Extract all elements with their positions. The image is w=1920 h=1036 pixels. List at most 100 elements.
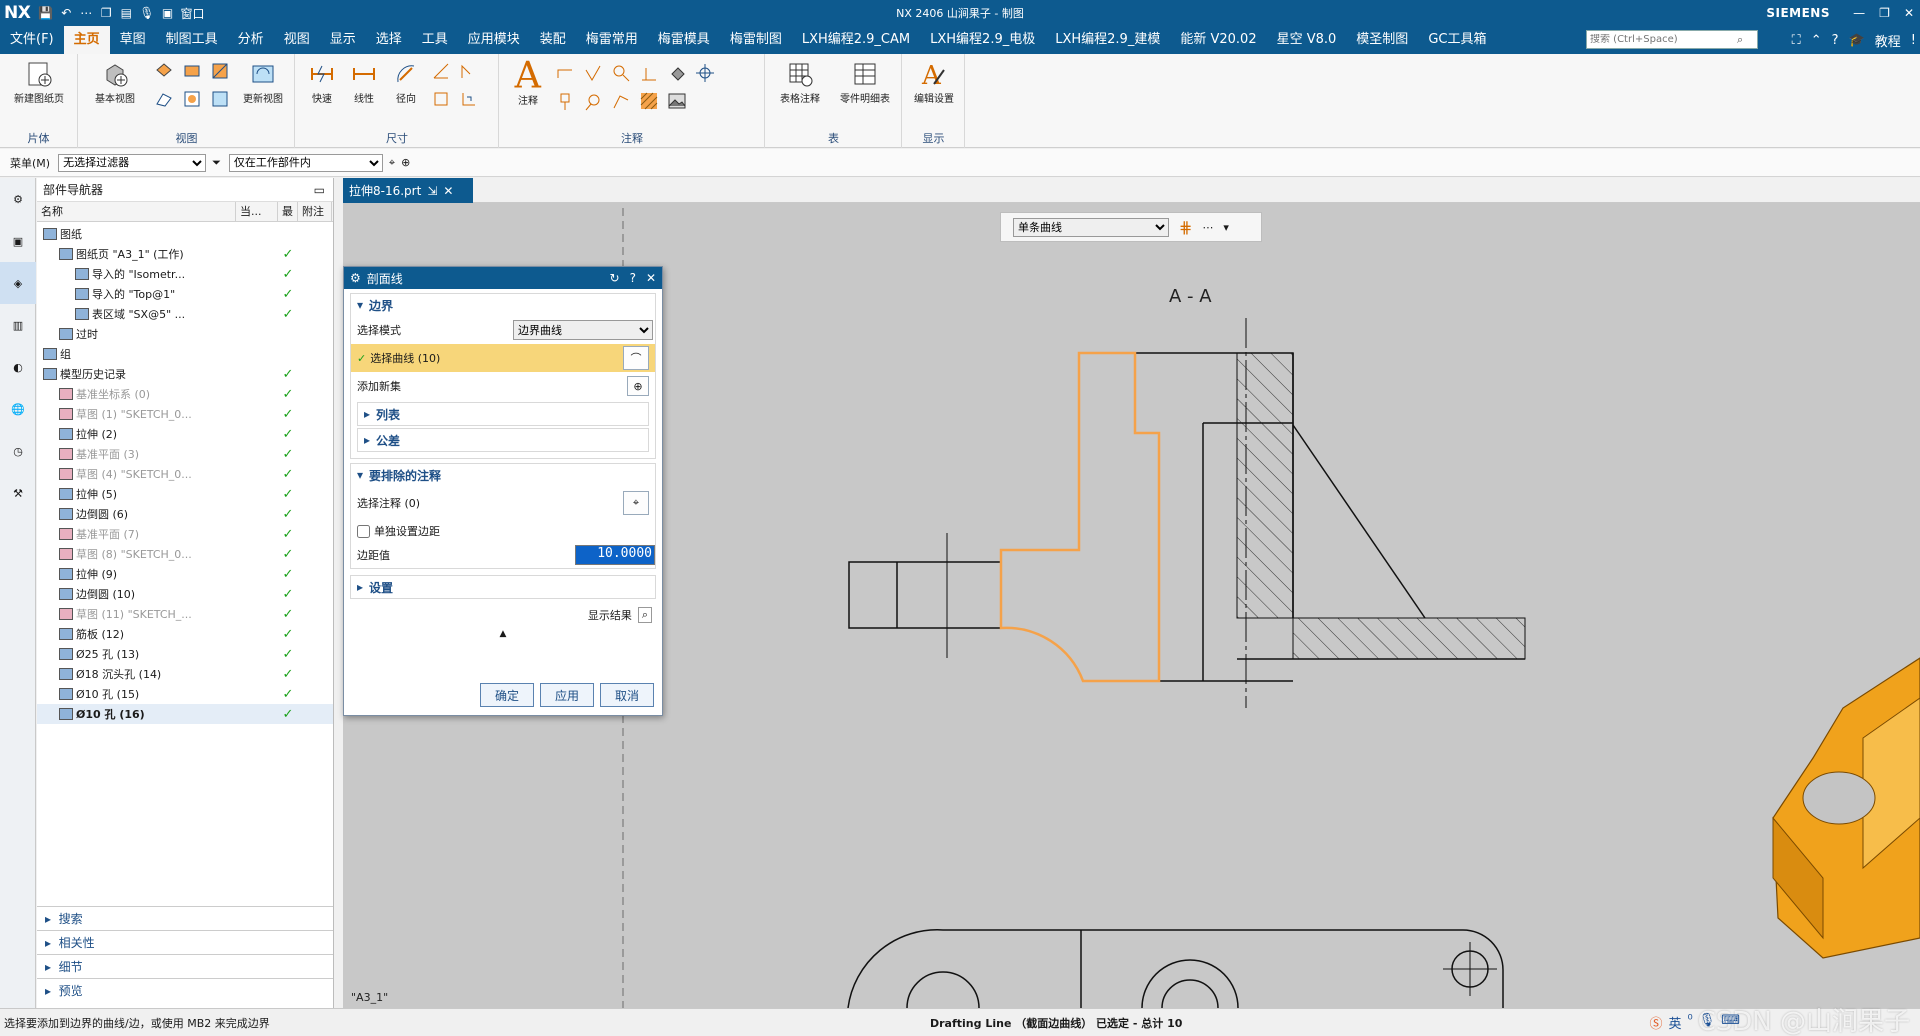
new-sheet-button[interactable]: 新建图纸页 [6, 60, 72, 105]
update-view-button[interactable]: 更新视图 [235, 60, 291, 105]
column-latest[interactable]: 最 [278, 201, 298, 222]
ordinate-dimension-icon[interactable] [458, 88, 480, 110]
part-navigator-icon[interactable]: ◈ [0, 262, 36, 304]
ok-button[interactable]: 确定 [480, 683, 534, 707]
tree-row[interactable]: 拉伸 (2) ✓ [37, 424, 333, 444]
tabular-note-button[interactable]: 表格注释 [772, 60, 828, 105]
base-view-button[interactable]: 基本视图 [85, 60, 145, 105]
view-boundary-icon[interactable] [209, 88, 231, 110]
tree-row[interactable]: 拉伸 (5) ✓ [37, 484, 333, 504]
projected-view-icon[interactable] [153, 60, 175, 82]
panel-dependencies[interactable]: ▸ 相关性 [37, 930, 333, 954]
snap-icon[interactable]: ⌖ [389, 156, 395, 170]
intersection-icon[interactable]: ⋕ [1179, 218, 1192, 237]
tree-row[interactable]: 筋板 (12) ✓ [37, 624, 333, 644]
fullscreen-icon[interactable]: ⛶ [1792, 33, 1801, 48]
tab-close-icon[interactable]: ✕ [443, 184, 453, 198]
menu-item[interactable]: 星空 V8.0 [1267, 26, 1347, 54]
curve-rule-select[interactable]: 单条曲线 [1013, 217, 1169, 237]
menu-item[interactable]: 文件(F) [0, 26, 64, 54]
datum-target-icon[interactable] [638, 62, 660, 84]
dialog-gear-icon[interactable]: ⚙ [350, 271, 361, 285]
restore-icon[interactable]: ❐ [1879, 6, 1890, 20]
tree-row[interactable]: Ø18 沉头孔 (14) ✓ [37, 664, 333, 684]
reset-icon[interactable]: ↻ [610, 271, 620, 285]
history-icon[interactable]: ◷ [0, 430, 36, 472]
tree-row[interactable]: 边倒圆 (6) ✓ [37, 504, 333, 524]
toolbar-dropdown-icon[interactable]: ▾ [1223, 221, 1229, 234]
menu-item[interactable]: GC工具箱 [1418, 26, 1496, 54]
angular-dimension-icon[interactable] [430, 60, 452, 82]
tree-row[interactable]: 草图 (4) "SKETCH_0... ✓ [37, 464, 333, 484]
parts-list-button[interactable]: 零件明细表 [834, 60, 896, 105]
search-icon[interactable]: ⌕ [1737, 33, 1743, 47]
cancel-button[interactable]: 取消 [600, 683, 654, 707]
window-menu[interactable]: 窗口 [181, 5, 205, 22]
image-icon[interactable] [666, 90, 688, 112]
menu-item[interactable]: 分析 [228, 26, 274, 54]
section-view-icon[interactable] [209, 60, 231, 82]
datum-feature-icon[interactable] [554, 90, 576, 112]
select-curve-row[interactable]: ✓ 选择曲线 (10) ⌒ [351, 344, 655, 372]
settings-subsection[interactable]: ▸ 设置 [350, 575, 656, 599]
menu-item[interactable]: 梅雷常用 [576, 26, 648, 54]
margin-value-input[interactable]: 10.0000 [575, 545, 655, 565]
menu-button[interactable]: 菜单(M) [0, 155, 58, 171]
tree-row[interactable]: 边倒圆 (10) ✓ [37, 584, 333, 604]
ime-keyboard-icon[interactable]: ⌨ [1721, 1013, 1740, 1032]
menu-item[interactable]: 视图 [274, 26, 320, 54]
tree-row[interactable]: 基准平面 (3) ✓ [37, 444, 333, 464]
tree-row[interactable]: 图纸页 "A3_1" (工作) ✓ [37, 244, 333, 264]
list-subsection[interactable]: ▸ 列表 [357, 402, 649, 426]
detail-view-icon[interactable] [181, 60, 203, 82]
exclude-section-header[interactable]: ▾ 要排除的注释 [351, 464, 655, 486]
hd3d-icon[interactable]: ◐ [0, 346, 36, 388]
tutorial-icon[interactable]: 🎓 [1849, 33, 1865, 48]
filter-icon[interactable]: ⏷ [212, 156, 221, 170]
tree-row[interactable]: 拉伸 (9) ✓ [37, 564, 333, 584]
paste-icon[interactable]: ▤ [119, 6, 133, 20]
preview-icon[interactable]: ⌕ [637, 607, 652, 623]
tutorial-label[interactable]: 教程 [1875, 31, 1901, 50]
tree-row[interactable]: Ø10 孔 (15) ✓ [37, 684, 333, 704]
mic-icon[interactable]: 🎙 [139, 6, 154, 20]
column-name[interactable]: 名称 [37, 201, 236, 222]
ime-language[interactable]: 英 [1668, 1013, 1681, 1032]
assembly-navigator-icon[interactable]: ▣ [0, 220, 36, 262]
edit-settings-button[interactable]: A 编辑设置 [907, 60, 961, 105]
linear-dimension-button[interactable]: 线性 [346, 60, 382, 105]
command-search[interactable]: ⌕ [1586, 30, 1758, 49]
tree-row[interactable]: 草图 (1) "SKETCH_0... ✓ [37, 404, 333, 424]
more-icon[interactable]: ⋯ [1202, 221, 1213, 234]
select-annotation-row[interactable]: 选择注释 (0) ⌖ [351, 486, 655, 520]
broken-view-icon[interactable] [153, 88, 175, 110]
close-icon[interactable]: ✕ [1904, 6, 1914, 20]
balloon-icon[interactable] [610, 90, 632, 112]
undo-icon[interactable]: ↶ [59, 6, 73, 20]
tree-row[interactable]: 过时 [37, 324, 333, 344]
menu-item[interactable]: 工具 [412, 26, 458, 54]
break-out-icon[interactable] [181, 88, 203, 110]
menu-item[interactable]: 梅雷模具 [648, 26, 720, 54]
tree-row[interactable]: 模型历史记录 ✓ [37, 364, 333, 384]
tree-row[interactable]: 导入的 "Top@1" ✓ [37, 284, 333, 304]
tree-row[interactable]: 草图 (8) "SKETCH_0... ✓ [37, 544, 333, 564]
reuse-library-icon[interactable]: ▥ [0, 304, 36, 346]
rapid-dimension-button[interactable]: 快速 [304, 60, 340, 105]
apply-button[interactable]: 应用 [540, 683, 594, 707]
tolerance-subsection[interactable]: ▸ 公差 [357, 428, 649, 452]
add-set-icon[interactable]: ⊕ [627, 376, 649, 396]
crosshatch-icon[interactable] [638, 90, 660, 112]
menu-item[interactable]: 选择 [366, 26, 412, 54]
dialog-help-icon[interactable]: ? [630, 271, 636, 285]
minimize-icon[interactable]: — [1853, 6, 1865, 20]
menu-item[interactable]: 主页 [63, 26, 110, 54]
alert-icon[interactable]: ! [1911, 33, 1916, 48]
menu-item[interactable]: 梅雷制图 [720, 26, 792, 54]
tree-row[interactable]: 表区域 "SX@5" ... ✓ [37, 304, 333, 324]
window-icon[interactable]: ▣ [161, 6, 175, 20]
menu-item[interactable]: 显示 [320, 26, 366, 54]
weld-symbol-icon[interactable] [610, 62, 632, 84]
collapse-more-icon[interactable]: ▲ [344, 629, 662, 639]
surface-finish-icon[interactable] [582, 62, 604, 84]
